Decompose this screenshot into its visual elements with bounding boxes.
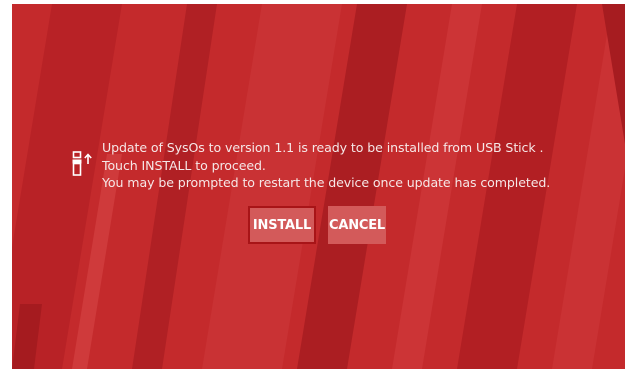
message-line-3: You may be prompted to restart the devic… bbox=[102, 175, 551, 190]
update-dialog: Update of SysOs to version 1.1 is ready … bbox=[12, 4, 625, 369]
message-line-2: Touch INSTALL to proceed. bbox=[102, 157, 266, 173]
cancel-button[interactable]: CANCEL bbox=[328, 206, 386, 244]
install-button[interactable]: INSTALL bbox=[248, 206, 316, 244]
message-line-1: Update of SysOs to version 1.1 is ready … bbox=[102, 140, 544, 155]
usb-update-icon bbox=[72, 151, 92, 176]
update-message: Update of SysOs to version 1.1 is ready … bbox=[102, 139, 617, 192]
update-screen: Update of SysOs to version 1.1 is ready … bbox=[12, 4, 625, 369]
